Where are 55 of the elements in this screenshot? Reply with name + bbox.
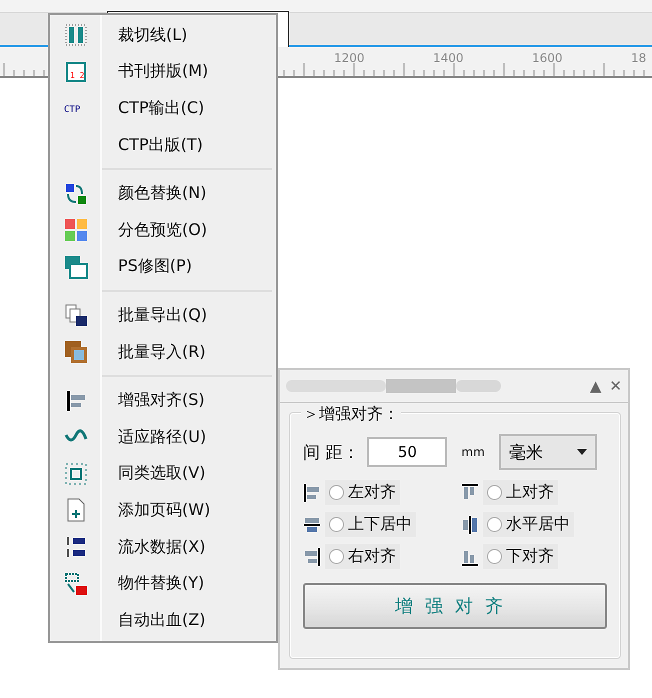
radio-option[interactable]: 右对齐 bbox=[325, 544, 400, 569]
menu-item[interactable]: 同类选取(V) bbox=[50, 456, 276, 492]
center-horizontal-icon bbox=[461, 514, 479, 534]
copy-save-icon bbox=[64, 303, 88, 328]
menu-item[interactable]: 分色预览(O) bbox=[50, 212, 276, 249]
image-ps-icon bbox=[64, 254, 88, 279]
spacing-input[interactable]: 50 bbox=[367, 437, 448, 467]
radio-button[interactable] bbox=[487, 485, 502, 500]
menu-item[interactable]: 1 2 书刊拼版(M) bbox=[50, 54, 276, 90]
radio-option[interactable]: 下对齐 bbox=[483, 544, 558, 569]
ctp-text-icon: CTP bbox=[64, 96, 88, 120]
select-similar-icon bbox=[64, 462, 88, 486]
menu-item[interactable]: 裁切线(L) bbox=[50, 17, 276, 54]
radio-option[interactable]: 上下居中 bbox=[325, 512, 416, 537]
ruler-label: 1400 bbox=[433, 51, 464, 65]
book-pages-icon: 1 2 bbox=[64, 60, 88, 84]
align-button[interactable]: 增强对齐 bbox=[303, 583, 607, 629]
color-swap-icon bbox=[64, 182, 88, 206]
number-list-icon bbox=[64, 535, 88, 560]
unit-select[interactable]: 毫米 bbox=[498, 434, 597, 470]
spacing-label: 间 距： bbox=[303, 442, 360, 464]
radio-option[interactable]: 左对齐 bbox=[325, 480, 400, 505]
menu-item[interactable]: 颜色替换(N) bbox=[50, 175, 276, 212]
radio-button[interactable] bbox=[329, 485, 344, 500]
menu-item[interactable]: PS修图(P) bbox=[50, 248, 276, 286]
radio-option[interactable]: 水平居中 bbox=[483, 512, 574, 537]
color-grid-icon bbox=[64, 218, 88, 242]
menu-item[interactable]: 物件替换(Y) bbox=[50, 565, 276, 602]
menu-item[interactable]: 流水数据(X) bbox=[50, 528, 276, 566]
radio-button[interactable] bbox=[487, 517, 502, 532]
menu-item[interactable]: 增强对齐(S) bbox=[50, 382, 276, 419]
picture-frames-icon bbox=[64, 340, 88, 364]
radio-option[interactable]: 上对齐 bbox=[483, 480, 558, 505]
radio-button[interactable] bbox=[487, 549, 502, 564]
ruler-label: 18 bbox=[631, 51, 646, 65]
menu-item[interactable]: 适应路径(U) bbox=[50, 418, 276, 456]
align-left-icon bbox=[303, 482, 321, 502]
align-right-icon bbox=[303, 546, 321, 566]
align-left-icon bbox=[64, 388, 88, 413]
dashed-columns-icon bbox=[64, 23, 88, 48]
menu-item[interactable]: 批量导入(R) bbox=[50, 334, 276, 370]
radio-button[interactable] bbox=[329, 549, 344, 564]
unit-label: mm bbox=[461, 445, 485, 459]
radio-button[interactable] bbox=[329, 517, 344, 532]
menu-item[interactable]: CTP CTP输出(C) bbox=[50, 90, 276, 127]
menu-item[interactable]: 添加页码(W) bbox=[50, 492, 276, 529]
menu-item[interactable]: 自动出血(Z) bbox=[50, 602, 276, 638]
ruler-label: 1200 bbox=[334, 51, 365, 65]
dropdown-arrow-icon bbox=[576, 449, 587, 455]
menu-item[interactable]: 批量导出(Q) bbox=[50, 297, 276, 334]
object-swap-icon bbox=[64, 572, 88, 596]
collapse-button[interactable]: ▲ bbox=[590, 377, 602, 395]
ruler-label: 1600 bbox=[532, 51, 563, 65]
close-button[interactable]: ✕ bbox=[609, 377, 622, 395]
menu-item[interactable]: CTP出版(T) bbox=[50, 126, 276, 164]
